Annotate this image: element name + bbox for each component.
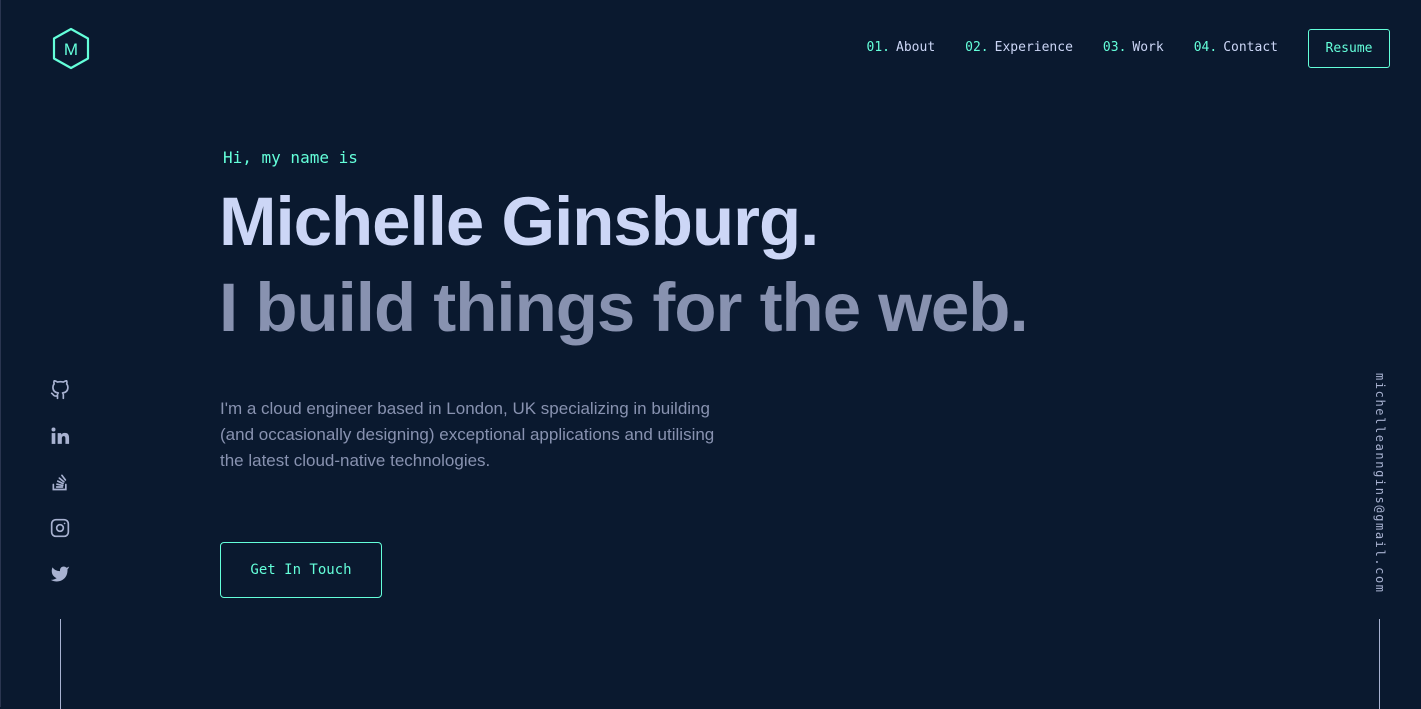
linkedin-icon (51, 427, 70, 444)
hero-name: Michelle Ginsburg. (219, 183, 819, 260)
nav-label: Experience (994, 40, 1073, 55)
nav-item-experience[interactable]: 02. Experience (965, 40, 1073, 55)
nav-label: Work (1132, 40, 1164, 55)
hero-greeting: Hi, my name is (223, 148, 358, 167)
instagram-icon (50, 518, 70, 538)
hero-bio: I'm a cloud engineer based in London, UK… (220, 399, 715, 470)
nav-label: Contact (1223, 40, 1278, 55)
nav-item-about[interactable]: 01. About (867, 40, 936, 55)
resume-button[interactable]: Resume (1308, 29, 1390, 68)
social-sidebar (50, 380, 70, 610)
twitter-icon (50, 566, 70, 582)
instagram-link[interactable] (50, 518, 70, 538)
nav-number: 03. (1102, 40, 1127, 55)
nav-label: About (896, 40, 936, 55)
stackoverflow-link[interactable] (50, 472, 70, 492)
nav-item-contact[interactable]: 04. Contact (1194, 40, 1278, 55)
github-icon (50, 380, 69, 400)
email-link[interactable]: michelleanngins@gmail.com (1373, 373, 1387, 594)
hexagon-logo-icon: M (52, 27, 90, 70)
twitter-link[interactable] (50, 564, 70, 584)
social-sidebar-line (60, 619, 61, 709)
stackoverflow-icon (52, 474, 67, 491)
get-in-touch-button[interactable]: Get In Touch (220, 542, 382, 598)
github-link[interactable] (50, 380, 70, 400)
email-sidebar-line (1379, 619, 1380, 709)
logo[interactable]: M (52, 27, 90, 70)
nav-number: 01. (866, 40, 891, 55)
linkedin-link[interactable] (50, 426, 70, 446)
nav-item-work[interactable]: 03. Work (1103, 40, 1164, 55)
nav-number: 04. (1193, 40, 1218, 55)
hero-tagline: I build things for the web. (219, 269, 1029, 346)
main-nav: 01. About 02. Experience 03. Work 04. Contac… (867, 40, 1278, 55)
nav-number: 02. (965, 40, 989, 55)
window-edge (0, 0, 1, 707)
logo-letter: M (64, 40, 78, 59)
